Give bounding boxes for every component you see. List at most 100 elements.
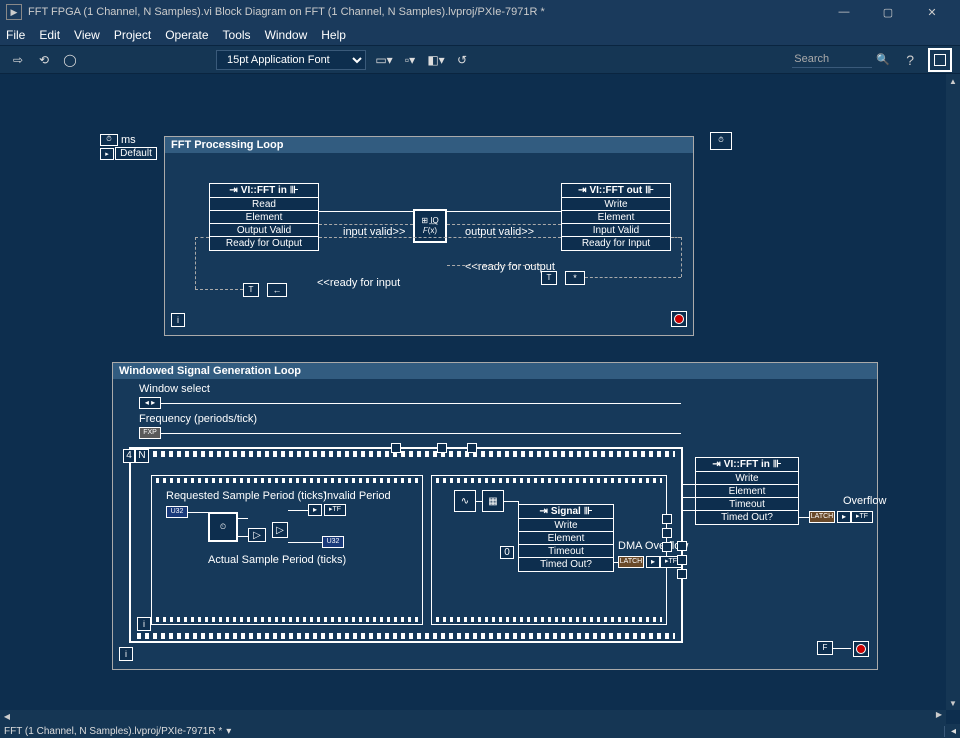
label-output-valid: output valid>> [465,226,534,238]
font-select[interactable]: 15pt Application Font [216,50,366,70]
tunnel [677,555,687,565]
fft-processing-loop[interactable]: FFT Processing Loop ⇥VI::FFT in⊪ Read El… [164,136,694,336]
wire [288,510,308,511]
n-count: 4 [123,449,135,463]
menu-window[interactable]: Window [265,28,308,42]
clock-icon: ⏱ [100,134,118,146]
n-terminal[interactable]: N [135,449,149,463]
loop-condition[interactable] [671,311,687,327]
timed-loop-end[interactable]: ⏱ [710,132,732,150]
loop2-condition[interactable] [853,641,869,657]
invalid-terminal[interactable]: ▸TF [324,504,346,516]
overflow-terminal[interactable]: ▸TF [851,511,873,523]
distribute-button[interactable]: ▫▾ [400,50,420,70]
feedback-node[interactable]: ← [267,283,287,297]
for-loop[interactable]: 4 N Requested Sample Period (ticks) U32 … [129,447,683,643]
pause-button[interactable]: ◯ [60,50,80,70]
wire-dashed [585,277,681,278]
zero-const[interactable]: 0 [500,546,514,559]
help-icon[interactable]: ? [906,52,914,68]
overflow-latch[interactable]: LATCH [809,511,835,523]
app-icon: ▶ [6,4,22,20]
menu-view[interactable]: View [74,28,100,42]
loop1-title: FFT Processing Loop [165,137,693,153]
latch-node[interactable]: LATCH [618,556,644,568]
invalid-arrow[interactable]: ▸ [308,504,322,516]
iteration-terminal[interactable]: i [171,313,185,327]
window-select-terminal[interactable]: ◂ ▸ [139,397,161,409]
window-apply[interactable]: ▦ [482,490,504,512]
wire [833,648,851,649]
scroll-left-icon[interactable]: ◀ [0,712,14,721]
menu-help[interactable]: Help [321,28,346,42]
status-dropdown-icon[interactable]: ▾ [226,726,231,737]
resize-button[interactable]: ◧▾ [426,50,446,70]
horizontal-scrollbar[interactable]: ◀ ▶ [0,710,946,724]
arrow-icon[interactable]: ▸ [837,511,851,523]
loop2-iteration-terminal[interactable]: i [119,647,133,661]
window-title: FFT FPGA (1 Channel, N Samples).vi Block… [28,6,822,18]
compare-node[interactable]: ▷ [248,528,266,542]
select-node[interactable]: ▷ [272,522,288,538]
scroll-right-icon[interactable]: ▶ [932,710,946,719]
run-button[interactable]: ⇨ [8,50,28,70]
run-continuously-button[interactable]: ⟲ [34,50,54,70]
tunnel [391,443,401,453]
fft-in-fifo-2[interactable]: ⇥VI::FFT in⊪ Write Element Timeout Timed… [695,457,799,525]
menu-file[interactable]: File [6,28,25,42]
sample-clock-subvi[interactable]: ⏲ [208,512,238,542]
feedback-node[interactable]: * [565,271,585,285]
label-overflow: Overflow [843,495,886,507]
maximize-button[interactable]: ▢ [866,0,910,24]
fifo-fft-in[interactable]: ⇥VI::FFT in⊪ Read Element Output Valid R… [209,183,319,251]
minimize-button[interactable]: — [822,0,866,24]
wire [504,501,518,502]
reorder-button[interactable]: ↺ [452,50,472,70]
menu-edit[interactable]: Edit [39,28,60,42]
wire-dashed [195,237,196,289]
align-button[interactable]: ▭▾ [374,50,394,70]
false-const[interactable]: F [817,641,833,655]
scroll-up-icon[interactable]: ▲ [946,74,960,88]
statusbar: FFT (1 Channel, N Samples).lvproj/PXIe-7… [0,724,960,738]
tunnel [677,541,687,551]
toolbar: ⇨ ⟲ ◯ 15pt Application Font ▭▾ ▫▾ ◧▾ ↺ 🔍… [0,46,960,74]
requested-terminal[interactable]: U32 [166,506,188,518]
search-input[interactable] [792,51,872,68]
menu-operate[interactable]: Operate [165,28,208,42]
default-value: Default [115,147,157,160]
close-button[interactable]: ✕ [910,0,954,24]
menu-tools[interactable]: Tools [223,28,251,42]
wire [683,497,695,498]
search-icon[interactable]: 🔍 [876,53,890,66]
fifo-fft-out[interactable]: ⇥VI::FFT out⊪ Write Element Input Valid … [561,183,671,251]
tunnel [677,569,687,579]
config-terminal: ▸ [100,148,114,160]
scroll-down-icon[interactable]: ▼ [946,696,960,710]
frequency-terminal[interactable]: FXP [139,427,161,439]
label-input-valid: input valid>> [343,226,405,238]
block-diagram-canvas[interactable]: ⏱ ms ▸ Default ⏱ FFT Processing Loop ⇥VI… [0,74,946,710]
windowed-signal-loop[interactable]: Windowed Signal Generation Loop Window s… [112,362,878,670]
wire [799,517,809,518]
menu-project[interactable]: Project [114,28,151,42]
sine-generator[interactable]: ∿ [454,490,476,512]
timed-loop-config[interactable]: ⏱ ms ▸ Default [100,134,157,160]
fifo-out-name: VI::FFT out [589,185,642,196]
sequence-frame[interactable]: Requested Sample Period (ticks) U32 ⏲ ▷ … [151,475,423,625]
actual-u32[interactable]: U32 [322,536,344,548]
bool-const[interactable]: T [243,283,259,297]
arrow-icon[interactable]: ▸ [646,556,660,568]
tunnel [662,528,672,538]
signal-fifo[interactable]: ⇥Signal⊪ Write Element Timeout Timed Out… [518,504,614,572]
bool-const[interactable]: T [541,271,557,285]
context-help-icon[interactable] [928,48,952,72]
wire-dashed [681,237,682,277]
status-text: FFT (1 Channel, N Samples).lvproj/PXIe-7… [4,726,222,737]
wire-dashed [195,237,209,238]
label-frequency: Frequency (periods/tick) [139,413,257,425]
vertical-scrollbar[interactable]: ▲ ▼ [946,74,960,710]
loop2-title: Windowed Signal Generation Loop [113,363,877,379]
sequence-frame-signal[interactable]: ∿ ▦ ⇥Signal⊪ Write Element Timeout Timed… [431,475,667,625]
for-iteration-terminal[interactable]: i [137,617,151,631]
